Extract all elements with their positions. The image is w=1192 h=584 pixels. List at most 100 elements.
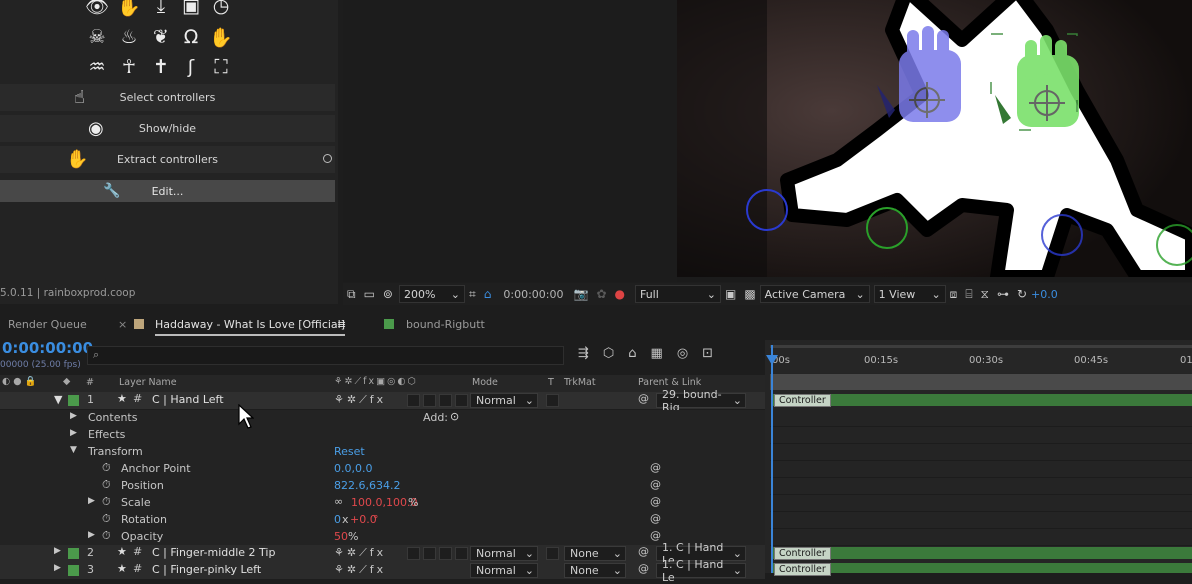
pickwhip-icon[interactable]: @ — [638, 392, 649, 405]
layer-duration-bar[interactable]: Controller — [772, 394, 1192, 407]
current-time-indicator[interactable] — [766, 345, 778, 573]
layer-switches[interactable]: ⚘✲⟋fx — [334, 563, 386, 577]
switch-box[interactable] — [439, 394, 452, 407]
skull-icon[interactable]: ☠ — [84, 25, 110, 49]
tab-render-queue[interactable]: Render Queue — [8, 318, 87, 331]
position-value[interactable]: 822.6,634.2 — [334, 479, 400, 492]
exposure-value[interactable]: +0.0 — [1031, 288, 1058, 301]
anchor-point-value[interactable]: 0.0,0.0 — [334, 462, 372, 475]
property-row[interactable]: ⏱ Rotation 0 x +0.0 ° @ — [0, 512, 765, 529]
layer-duration-bar[interactable]: Controller — [772, 547, 1192, 560]
composition-viewer[interactable] — [343, 0, 1192, 282]
fast-preview-icon[interactable]: ⌸ — [965, 287, 972, 302]
timeline-icon[interactable]: ⧖ — [981, 287, 989, 302]
dot-square-icon[interactable]: ▣ — [178, 0, 204, 18]
stopwatch-icon[interactable]: ⏱ — [102, 461, 111, 475]
shy-layers-icon[interactable]: ⌂ — [628, 346, 636, 361]
stopwatch-icon[interactable]: ⏱ — [102, 512, 111, 526]
property-row[interactable]: ▼ Transform Reset — [0, 444, 765, 461]
layer-switches[interactable]: ⚘✲⟋fx — [334, 393, 386, 407]
property-row[interactable]: ▶ ⏱ Scale ∞ 100.0,100.0 % @ — [0, 495, 765, 512]
parent-dropdown[interactable]: 29. bound-Rig ⌄ — [656, 388, 746, 414]
collapse-arrow-icon[interactable]: ▼ — [70, 445, 77, 455]
expand-arrow-icon[interactable]: ▶ — [88, 496, 95, 506]
snapshot-camera-icon[interactable]: 📷 — [573, 287, 588, 301]
expand-arrow-icon[interactable]: ▶ — [70, 428, 77, 438]
playhead-handle-icon[interactable] — [766, 355, 778, 365]
expand-arrow-icon[interactable]: ▶ — [54, 563, 61, 573]
mode-dropdown[interactable]: Normal ⌄ — [470, 563, 538, 578]
pickwhip-icon[interactable]: @ — [638, 545, 649, 558]
switch-box[interactable] — [423, 394, 436, 407]
flowchart-icon[interactable]: ⊶ — [997, 287, 1009, 301]
tab-comp-bound-rigbutt[interactable]: bound-Rigbutt — [406, 318, 485, 331]
layer-name[interactable]: C | Hand Left — [152, 393, 224, 406]
pickwhip-icon[interactable]: @ — [650, 512, 661, 525]
preserve-transparency-box[interactable] — [546, 547, 559, 560]
rotation-revolutions[interactable]: 0 — [334, 513, 341, 526]
opacity-value[interactable]: 50 — [334, 530, 348, 543]
property-row[interactable]: ▶ Contents Add: ⊙ — [0, 410, 765, 427]
safe-zones-icon[interactable]: ⌗ — [469, 287, 476, 302]
switch-box[interactable] — [439, 547, 452, 560]
add-menu-icon[interactable]: ⊙ — [450, 410, 459, 423]
graph-editor-icon[interactable]: ⊡ — [702, 346, 713, 361]
layer-row[interactable]: ▼ 1 ★ # C | Hand Left ⚘✲⟋fx Normal ⌄ @ 29… — [0, 388, 765, 414]
comp-flowchart-icon[interactable]: ⇶ — [578, 346, 589, 361]
label-color[interactable] — [68, 548, 79, 559]
switch-box[interactable] — [455, 394, 468, 407]
close-tab-icon[interactable]: × — [118, 318, 127, 331]
tail-icon[interactable]: ʃ — [178, 55, 204, 79]
clock-icon[interactable]: ◷ — [208, 0, 234, 18]
mask-visibility-icon[interactable]: ⌂ — [484, 287, 492, 301]
pelvis-icon[interactable]: ♒ — [84, 55, 110, 79]
hand-icon[interactable]: ✋ — [208, 25, 234, 49]
layer-row[interactable]: ▶ 2 ★ # C | Finger-middle 2 Tip ⚘✲⟋fx No… — [0, 541, 765, 567]
stopwatch-icon[interactable]: ⏱ — [102, 529, 111, 543]
body-icon[interactable]: ✝ — [148, 55, 174, 79]
reset-exposure-icon[interactable]: ↻ — [1017, 287, 1027, 301]
layer-switches[interactable]: ⚘✲⟋fx — [334, 546, 386, 560]
pickwhip-icon[interactable]: @ — [650, 495, 661, 508]
region-of-interest-icon[interactable]: ▣ — [725, 287, 736, 301]
toggle-pixel-icon[interactable]: ⧈ — [950, 287, 958, 302]
foot-icon[interactable]: ♨ — [116, 25, 142, 49]
resolution-dropdown[interactable]: Full ⌄ — [634, 285, 721, 303]
draft-3d-icon[interactable]: ⬡ — [603, 346, 614, 361]
view-layout-dropdown[interactable]: 1 View ⌄ — [873, 285, 946, 303]
property-row[interactable]: ▶ ⏱ Opacity 50 % @ — [0, 529, 765, 546]
stopwatch-icon[interactable]: ⏱ — [102, 478, 111, 492]
timeline-timecode[interactable]: 0:00:00:00 — [2, 339, 93, 357]
frame-blending-icon[interactable]: ▦ — [651, 346, 663, 361]
paw-icon[interactable]: ❦ — [148, 25, 174, 49]
tab-menu-icon[interactable]: ≡ — [337, 318, 346, 331]
horseshoe-icon[interactable]: Ω — [178, 25, 204, 49]
show-hide-button[interactable]: ◉ Show/hide — [0, 115, 335, 142]
property-row[interactable]: ▶ Effects — [0, 427, 765, 444]
time-ruler[interactable]: 00s 00:15s 00:30s 00:45s 01 — [770, 345, 1192, 373]
layer-name[interactable]: C | Finger-pinky Left — [152, 563, 261, 576]
mode-dropdown[interactable]: Normal ⌄ — [470, 546, 538, 561]
spine-icon[interactable]: ☥ — [116, 55, 142, 79]
trkmat-dropdown[interactable]: None ⌄ — [564, 563, 626, 578]
bounding-box-icon[interactable]: ⛶ — [208, 55, 234, 79]
pickwhip-icon[interactable]: @ — [650, 529, 661, 542]
zoom-dropdown[interactable]: 200% ⌄ — [398, 285, 465, 303]
monitor-icon[interactable]: ▭ — [364, 287, 375, 301]
viewer-timecode[interactable]: 0:00:00:00 — [503, 288, 563, 301]
property-row[interactable]: ⏱ Anchor Point 0.0,0.0 @ — [0, 461, 765, 478]
reset-link[interactable]: Reset — [334, 445, 365, 458]
switch-box[interactable] — [407, 547, 420, 560]
layer-name[interactable]: C | Finger-middle 2 Tip — [152, 546, 275, 559]
label-color[interactable] — [68, 395, 79, 406]
switch-box[interactable] — [407, 394, 420, 407]
work-area-range[interactable] — [770, 374, 1192, 390]
stopwatch-icon[interactable]: ⏱ — [102, 495, 111, 509]
constrain-link-icon[interactable]: ∞ — [334, 495, 343, 508]
tab-comp-haddaway[interactable]: Haddaway - What Is Love [Official] — [155, 318, 346, 336]
vr-icon[interactable]: ⊚ — [383, 287, 393, 301]
trkmat-dropdown[interactable]: None ⌄ — [564, 546, 626, 561]
parent-dropdown[interactable]: 1. C | Hand Le ⌄ — [656, 558, 746, 584]
mode-dropdown[interactable]: Normal ⌄ — [470, 393, 538, 408]
eye-icon[interactable]: 👁 — [84, 0, 110, 18]
